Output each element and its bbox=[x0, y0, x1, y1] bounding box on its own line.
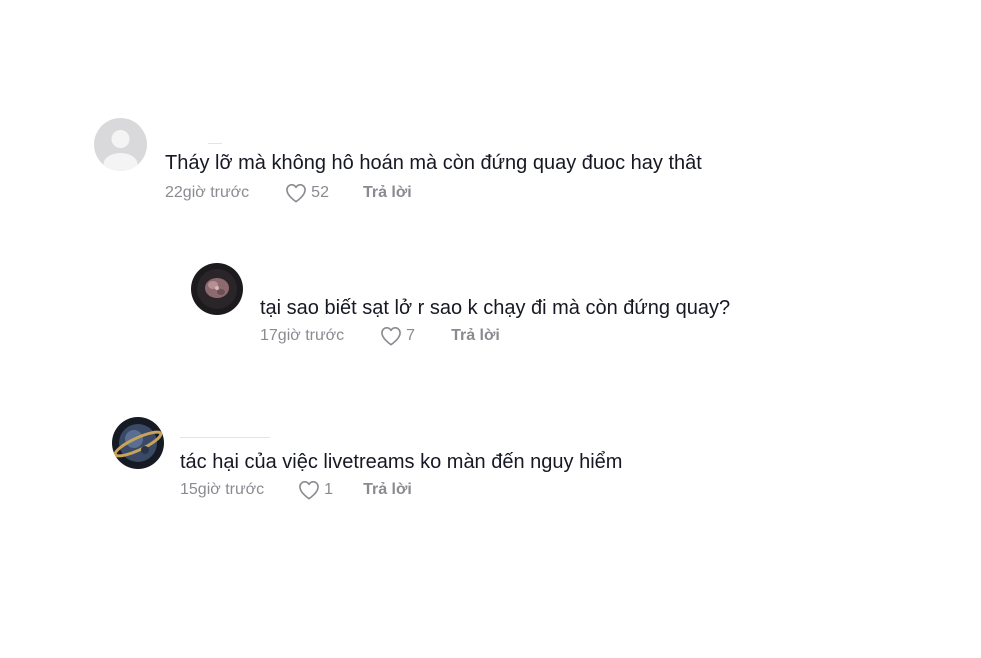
comment-text: Tháy lỡ mà không hô hoán mà còn đứng qua… bbox=[165, 152, 702, 174]
user-avatar[interactable] bbox=[112, 417, 164, 469]
user-avatar[interactable] bbox=[191, 263, 243, 315]
avatar-image bbox=[112, 417, 164, 469]
avatar-image bbox=[191, 263, 243, 315]
reply-button[interactable]: Trả lời bbox=[363, 480, 412, 500]
user-avatar[interactable] bbox=[94, 118, 147, 171]
comment-meta: 22giờ trước 52 Trả lời bbox=[165, 183, 412, 203]
username-placeholder bbox=[208, 143, 222, 144]
like-button[interactable]: 7 bbox=[380, 326, 415, 346]
comment-text: tác hại của việc livetreams ko màn đến n… bbox=[180, 451, 623, 473]
heart-outline-icon bbox=[299, 481, 320, 500]
user-placeholder-icon bbox=[94, 118, 147, 171]
comment-time: 22giờ trước bbox=[165, 184, 250, 201]
like-count: 1 bbox=[324, 481, 334, 498]
comment-time: 17giờ trước bbox=[260, 327, 345, 344]
heart-outline-icon bbox=[381, 327, 402, 346]
comment-text: tại sao biết sạt lở r sao k chạy đi mà c… bbox=[260, 297, 731, 319]
like-button[interactable]: 52 bbox=[285, 183, 329, 203]
heart-outline-icon bbox=[286, 184, 307, 203]
comment-meta: 17giờ trước 7 Trả lời bbox=[260, 326, 500, 346]
like-count: 7 bbox=[406, 327, 416, 344]
comment-time: 15giờ trước bbox=[180, 481, 265, 498]
username-placeholder bbox=[180, 437, 270, 438]
like-count: 52 bbox=[311, 184, 329, 201]
reply-button[interactable]: Trả lời bbox=[451, 326, 500, 346]
reply-button[interactable]: Trả lời bbox=[363, 183, 412, 203]
comment-meta: 15giờ trước 1 Trả lời bbox=[180, 480, 412, 500]
like-button[interactable]: 1 bbox=[298, 480, 333, 500]
